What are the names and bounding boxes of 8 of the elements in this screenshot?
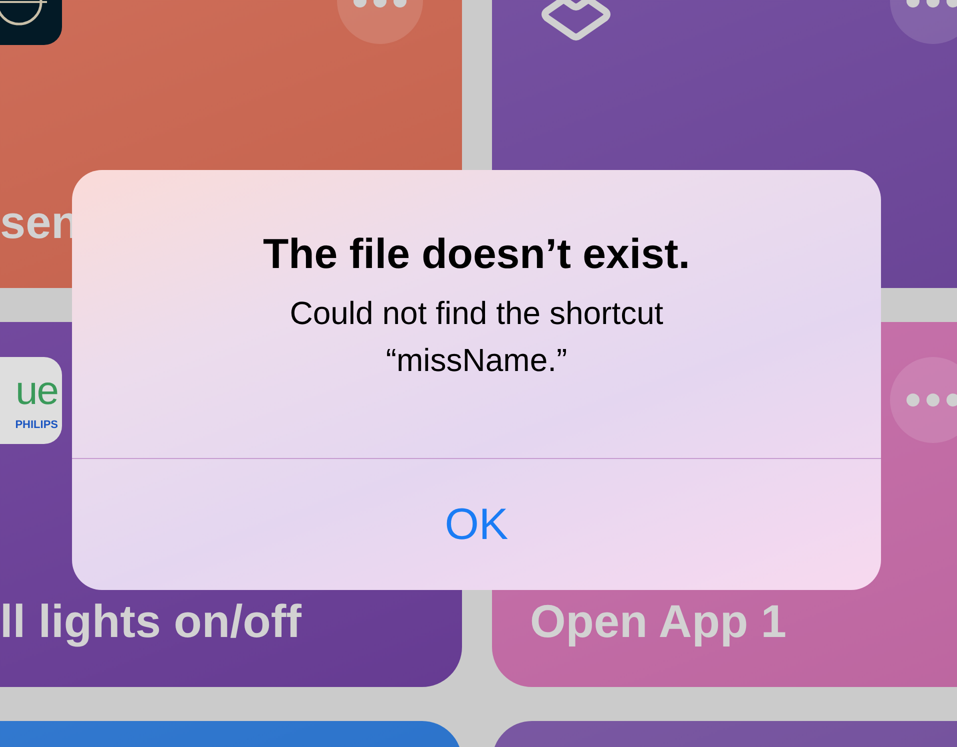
alert-message: Could not find the shortcut xyxy=(290,294,664,333)
ok-button[interactable]: OK xyxy=(72,459,881,590)
shortcut-name: ll lights on/off xyxy=(0,596,302,647)
shortcut-name: Open App 1 xyxy=(529,596,788,647)
alert-title: The file doesn’t exist. xyxy=(262,230,690,278)
alert-message: “missName.” xyxy=(386,341,568,380)
app-logo-text: ue xyxy=(16,370,58,410)
brand-text: PHILIPS xyxy=(15,418,58,430)
